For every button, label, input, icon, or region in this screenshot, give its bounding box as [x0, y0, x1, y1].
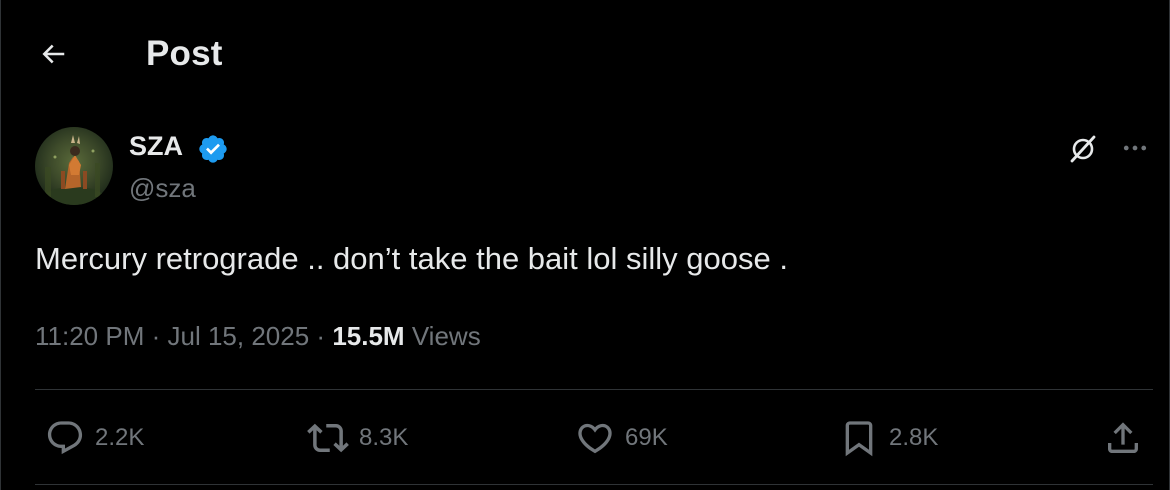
page-title: Post — [146, 34, 223, 73]
author-display-name[interactable]: SZA — [129, 131, 183, 162]
avatar-image — [44, 135, 104, 205]
share-icon — [1108, 422, 1138, 453]
divider — [35, 484, 1153, 485]
meta-separator: · — [151, 321, 161, 351]
arrow-left-icon — [42, 44, 65, 64]
views-count: 15.5M — [332, 321, 405, 351]
post-page: Post SZA @sza Mercury retrograde .. don’… — [0, 0, 1170, 490]
back-button[interactable] — [31, 32, 75, 76]
repost-icon — [307, 423, 349, 453]
share-button[interactable] — [1103, 416, 1143, 460]
post-text: Mercury retrograde .. don’t take the bai… — [35, 241, 788, 276]
reply-icon — [47, 421, 83, 455]
grok-button[interactable] — [1063, 128, 1103, 168]
bookmark-button[interactable]: 2.8K — [839, 416, 938, 460]
author-handle[interactable]: @sza — [129, 173, 196, 204]
repost-button[interactable]: 8.3K — [307, 416, 408, 460]
grok-icon — [1070, 135, 1096, 163]
post-metadata: 11:20 PM · Jul 15, 2025 · 15.5M Views — [35, 318, 481, 354]
like-button[interactable]: 69K — [575, 416, 668, 460]
bookmark-count: 2.8K — [889, 424, 939, 451]
views-label: Views — [411, 321, 481, 351]
more-horizontal-icon — [1123, 145, 1147, 151]
action-bar: 2.2K 8.3K 69K 2.8K — [1, 390, 1170, 485]
post-time[interactable]: 11:20 PM — [35, 321, 144, 351]
post-date[interactable]: Jul 15, 2025 — [168, 321, 310, 351]
bookmark-icon — [845, 421, 873, 457]
heart-icon — [578, 423, 612, 454]
like-count: 69K — [625, 424, 668, 451]
page-header: Post — [1, 0, 1170, 106]
avatar[interactable] — [35, 127, 113, 205]
reply-count: 2.2K — [95, 424, 145, 451]
verified-badge-icon — [199, 135, 227, 163]
more-options-button[interactable] — [1113, 128, 1157, 168]
meta-separator: · — [316, 321, 326, 351]
reply-button[interactable]: 2.2K — [45, 416, 144, 460]
repost-count: 8.3K — [359, 424, 409, 451]
